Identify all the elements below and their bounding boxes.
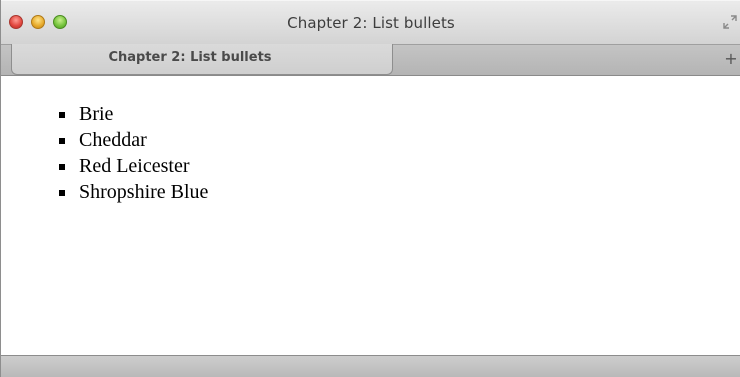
new-tab-button[interactable]: + [723, 49, 739, 69]
square-bullet-icon [59, 190, 65, 196]
tab-label: Chapter 2: List bullets [108, 50, 272, 65]
window-title: Chapter 2: List bullets [287, 14, 455, 32]
tab-bar: Chapter 2: List bullets + [1, 44, 740, 76]
title-bar[interactable]: Chapter 2: List bullets [1, 0, 740, 44]
browser-window: Chapter 2: List bullets Chapter 2: List … [0, 0, 740, 377]
page-content: Brie Cheddar Red Leicester Shropshire Bl… [1, 76, 740, 355]
list-item-label: Shropshire Blue [79, 181, 209, 203]
tab-chapter-2-list-bullets[interactable]: Chapter 2: List bullets [11, 44, 393, 75]
list-item: Red Leicester [59, 153, 208, 179]
square-bullet-icon [59, 164, 65, 170]
fullscreen-icon[interactable] [723, 15, 737, 29]
bullet-list: Brie Cheddar Red Leicester Shropshire Bl… [59, 101, 208, 205]
square-bullet-icon [59, 138, 65, 144]
list-item-label: Cheddar [79, 129, 147, 151]
list-item-label: Red Leicester [79, 155, 190, 177]
list-item: Cheddar [59, 127, 208, 153]
square-bullet-icon [59, 112, 65, 118]
status-bar [1, 355, 740, 377]
list-item: Shropshire Blue [59, 179, 208, 205]
list-item-label: Brie [79, 103, 114, 125]
list-item: Brie [59, 101, 208, 127]
